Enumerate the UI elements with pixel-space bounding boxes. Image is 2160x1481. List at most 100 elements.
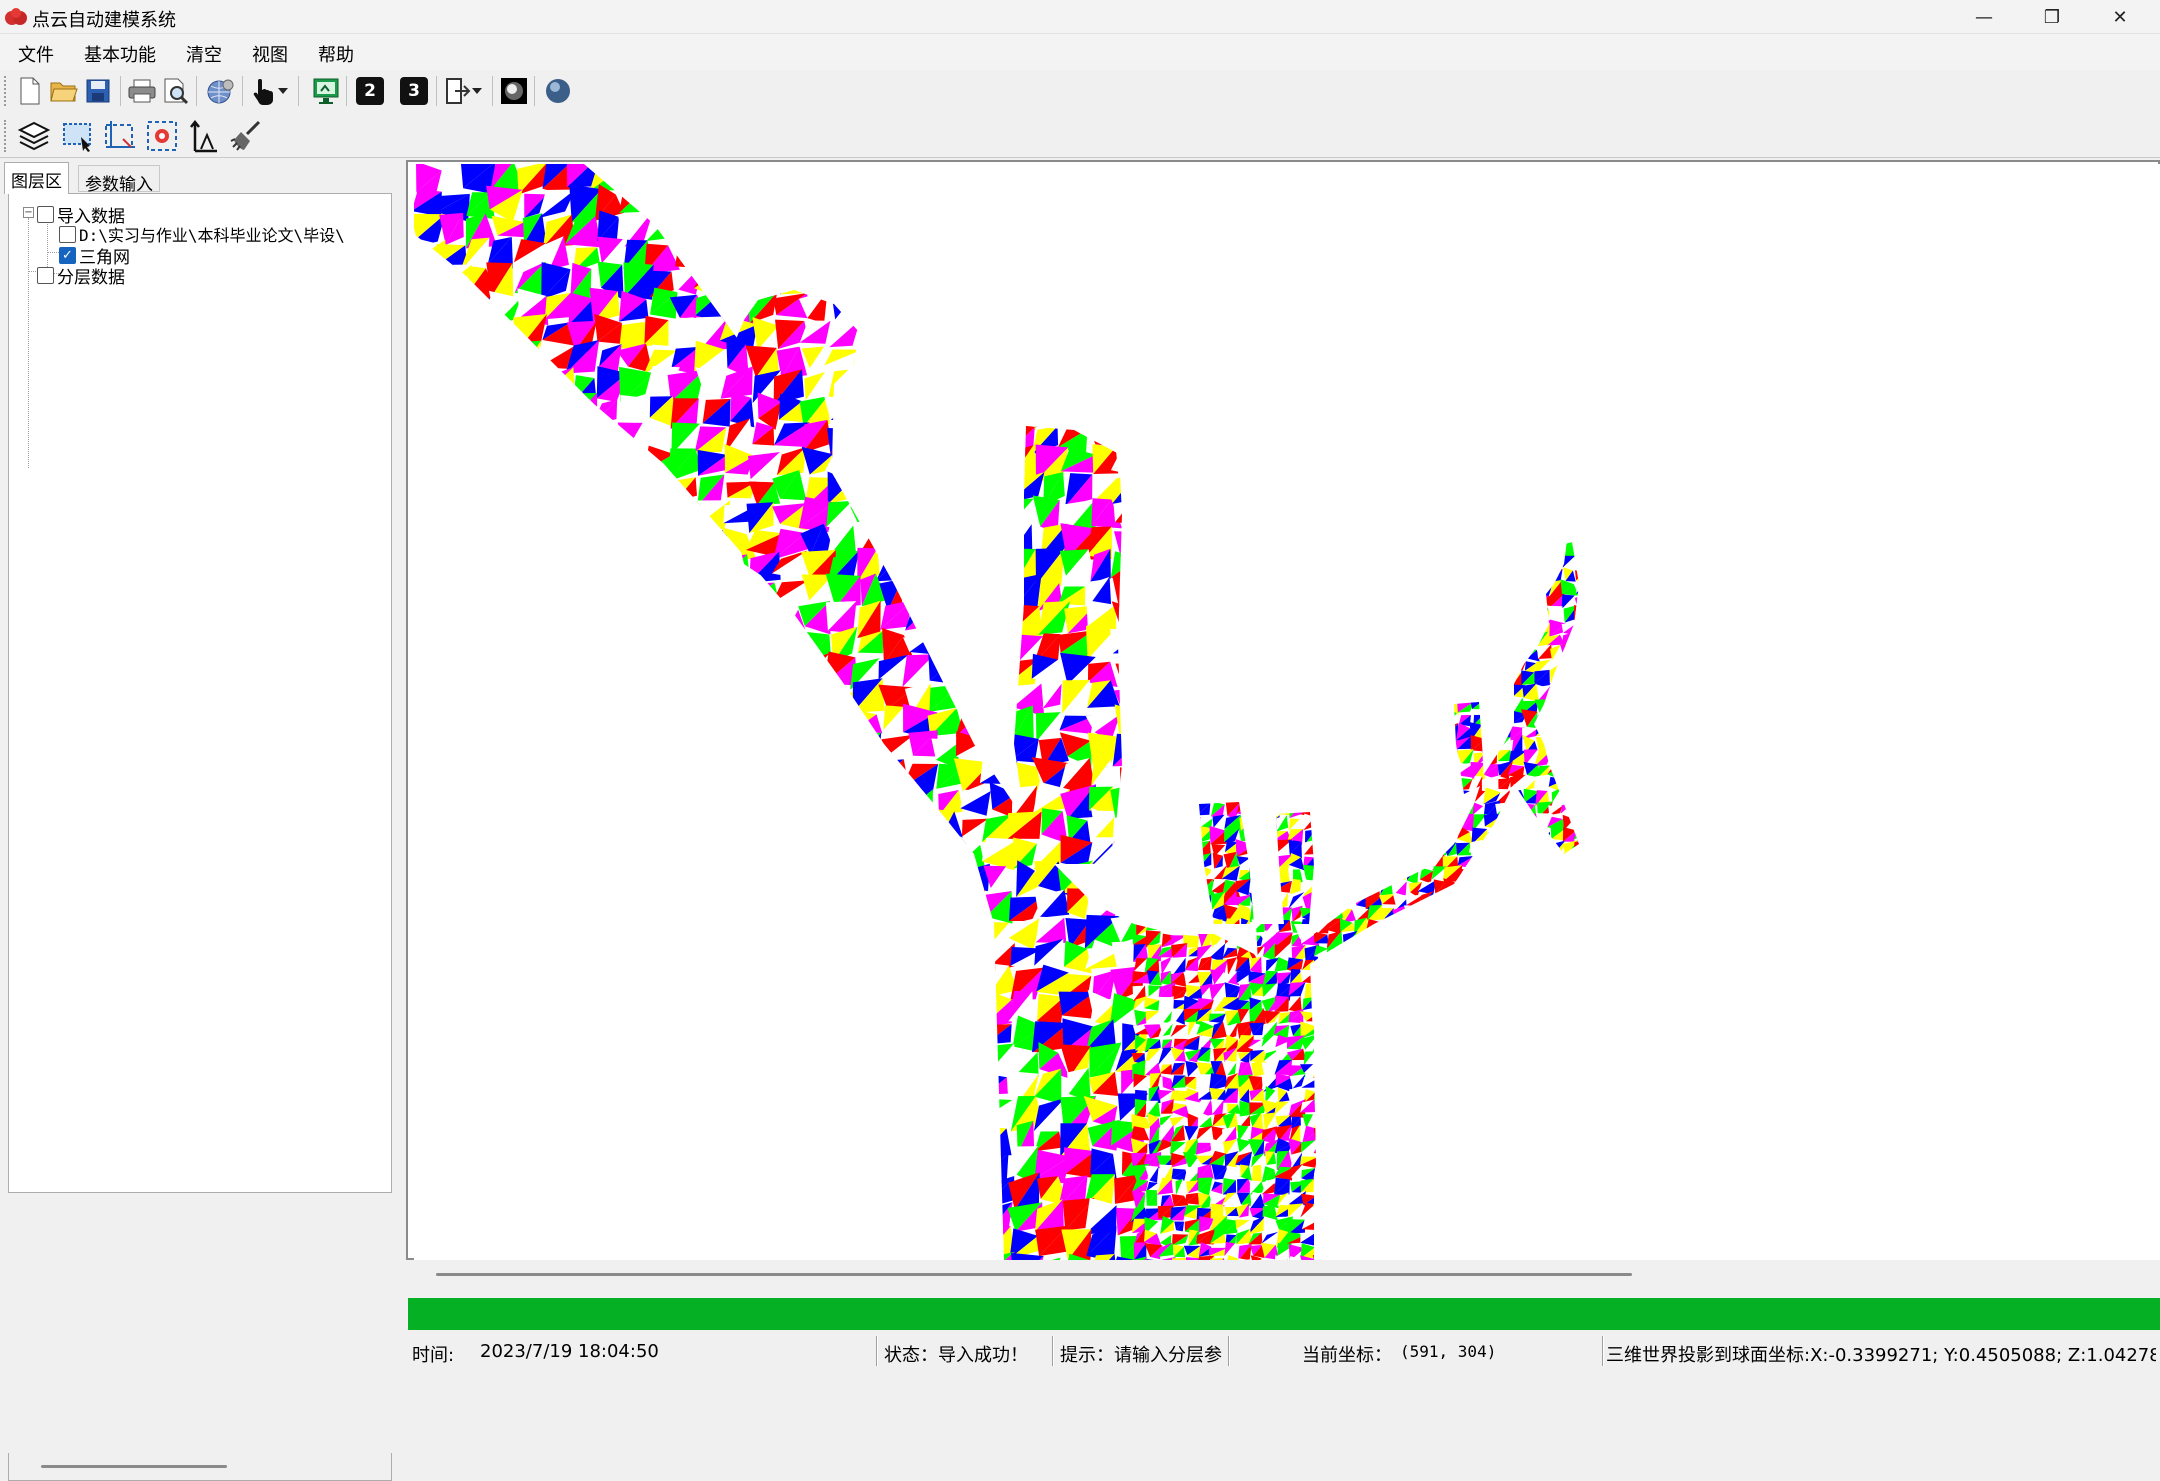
mesh-triangle — [1300, 724, 1319, 735]
mesh-triangle — [1145, 633, 1163, 645]
tab-layers[interactable]: 图层区 — [4, 162, 69, 194]
mesh-triangle — [1148, 766, 1159, 776]
mesh-triangle — [1288, 780, 1303, 792]
view-2d-button[interactable]: 2 — [354, 75, 386, 107]
export-dropdown-icon[interactable] — [470, 75, 484, 107]
mesh-triangle — [807, 839, 836, 872]
mesh-triangle — [414, 811, 434, 838]
minimize-button[interactable]: — — [1950, 0, 2018, 34]
mesh-triangle — [722, 894, 751, 916]
mesh-triangle — [1092, 398, 1120, 419]
mesh-triangle — [1434, 727, 1447, 740]
toolbar-grip[interactable] — [4, 120, 8, 152]
view-3d-button[interactable]: 3 — [398, 75, 430, 107]
globe-settings-icon[interactable] — [204, 75, 236, 107]
open-folder-icon[interactable] — [48, 75, 80, 107]
mesh-triangle — [1420, 645, 1432, 662]
point-target-icon[interactable] — [144, 118, 180, 154]
mesh-triangle — [1579, 735, 1588, 749]
mesh-triangle — [705, 690, 724, 705]
mesh-triangle — [674, 731, 704, 765]
mesh-triangle — [1392, 753, 1410, 763]
mesh-triangle — [414, 367, 445, 402]
tab-parameter-input[interactable]: 参数输入 — [78, 165, 160, 192]
mesh-triangle — [1236, 762, 1253, 774]
toolbar-grip[interactable] — [4, 76, 8, 106]
mesh-triangle — [568, 496, 596, 534]
mesh-triangle — [1263, 790, 1274, 806]
print-icon[interactable] — [126, 75, 158, 107]
mesh-triangle — [1443, 763, 1457, 774]
mesh-triangle — [1497, 904, 1511, 918]
checkbox[interactable] — [37, 206, 54, 223]
close-button[interactable]: ✕ — [2086, 0, 2154, 34]
monitor-icon[interactable] — [310, 75, 342, 107]
maximize-button[interactable]: ❐ — [2018, 0, 2086, 34]
mesh-triangle — [857, 1028, 887, 1053]
select-rect-icon[interactable] — [60, 118, 96, 154]
mesh-triangle — [675, 913, 700, 948]
mesh-triangle — [648, 1124, 673, 1158]
tree-node-layer-data[interactable]: 分层数据 — [37, 263, 125, 288]
mesh-triangle — [1354, 814, 1372, 832]
checkbox[interactable] — [59, 226, 76, 243]
mesh-triangle — [931, 1024, 965, 1047]
mesh-triangle — [1249, 619, 1265, 633]
mesh-triangle — [1354, 542, 1369, 559]
save-icon[interactable] — [82, 75, 114, 107]
mesh-triangle — [1289, 800, 1305, 818]
layers-icon[interactable] — [16, 118, 52, 154]
tree-expander[interactable]: − — [23, 207, 34, 218]
menu-clear[interactable]: 清空 — [186, 41, 222, 67]
sphere-blue-icon[interactable] — [542, 75, 574, 107]
3d-viewport[interactable] — [414, 164, 2160, 1260]
mesh-triangle — [879, 786, 911, 812]
dropdown-arrow-icon[interactable] — [276, 75, 290, 107]
mesh-triangle — [907, 418, 934, 448]
mesh-triangle — [1035, 210, 1063, 247]
tree-horizontal-scrollbar[interactable] — [8, 1453, 392, 1481]
mesh-triangle — [1497, 910, 1511, 919]
mesh-triangle — [1474, 868, 1487, 883]
mesh-triangle — [1196, 684, 1215, 699]
checkbox-checked[interactable]: ✓ — [59, 247, 76, 264]
mesh-triangle — [904, 971, 938, 992]
mesh-triangle — [1535, 932, 1553, 947]
mesh-triangle — [1172, 684, 1187, 697]
print-preview-icon[interactable] — [160, 75, 192, 107]
mesh-triangle — [1266, 714, 1281, 725]
mesh-triangle — [414, 964, 441, 994]
sphere-black-icon[interactable] — [498, 75, 530, 107]
mesh-triangle — [1189, 883, 1200, 895]
mesh-triangle — [1188, 584, 1200, 595]
mesh-triangle — [1131, 737, 1146, 755]
mesh-triangle — [1419, 596, 1435, 610]
menu-view[interactable]: 视图 — [252, 41, 288, 67]
checkbox[interactable] — [37, 267, 54, 284]
menu-help[interactable]: 帮助 — [318, 41, 354, 67]
menu-file[interactable]: 文件 — [18, 41, 54, 67]
mesh-triangle — [836, 446, 859, 481]
mesh-triangle — [980, 188, 1010, 222]
mesh-triangle — [444, 375, 470, 392]
mesh-triangle — [721, 554, 751, 586]
mesh-triangle — [885, 1157, 907, 1185]
mesh-triangle — [675, 237, 700, 267]
select-crop-icon[interactable] — [102, 118, 138, 154]
mesh-triangle — [934, 421, 958, 455]
mesh-triangle — [1578, 910, 1588, 917]
axis-icon[interactable] — [186, 118, 222, 154]
mesh-triangle — [1497, 670, 1511, 687]
menu-basic-functions[interactable]: 基本功能 — [84, 41, 156, 67]
new-file-icon[interactable] — [14, 75, 46, 107]
mesh-triangle — [1573, 671, 1588, 683]
mesh-triangle — [747, 1045, 780, 1075]
scrollbar-thumb[interactable] — [41, 1465, 227, 1468]
mesh-triangle — [1341, 697, 1355, 711]
mesh-triangle — [1224, 752, 1240, 767]
mesh-triangle — [1214, 789, 1225, 802]
mesh-triangle — [746, 606, 776, 638]
mesh-triangle — [881, 1122, 912, 1158]
broom-icon[interactable] — [228, 118, 264, 154]
mesh-triangle — [886, 1209, 909, 1233]
